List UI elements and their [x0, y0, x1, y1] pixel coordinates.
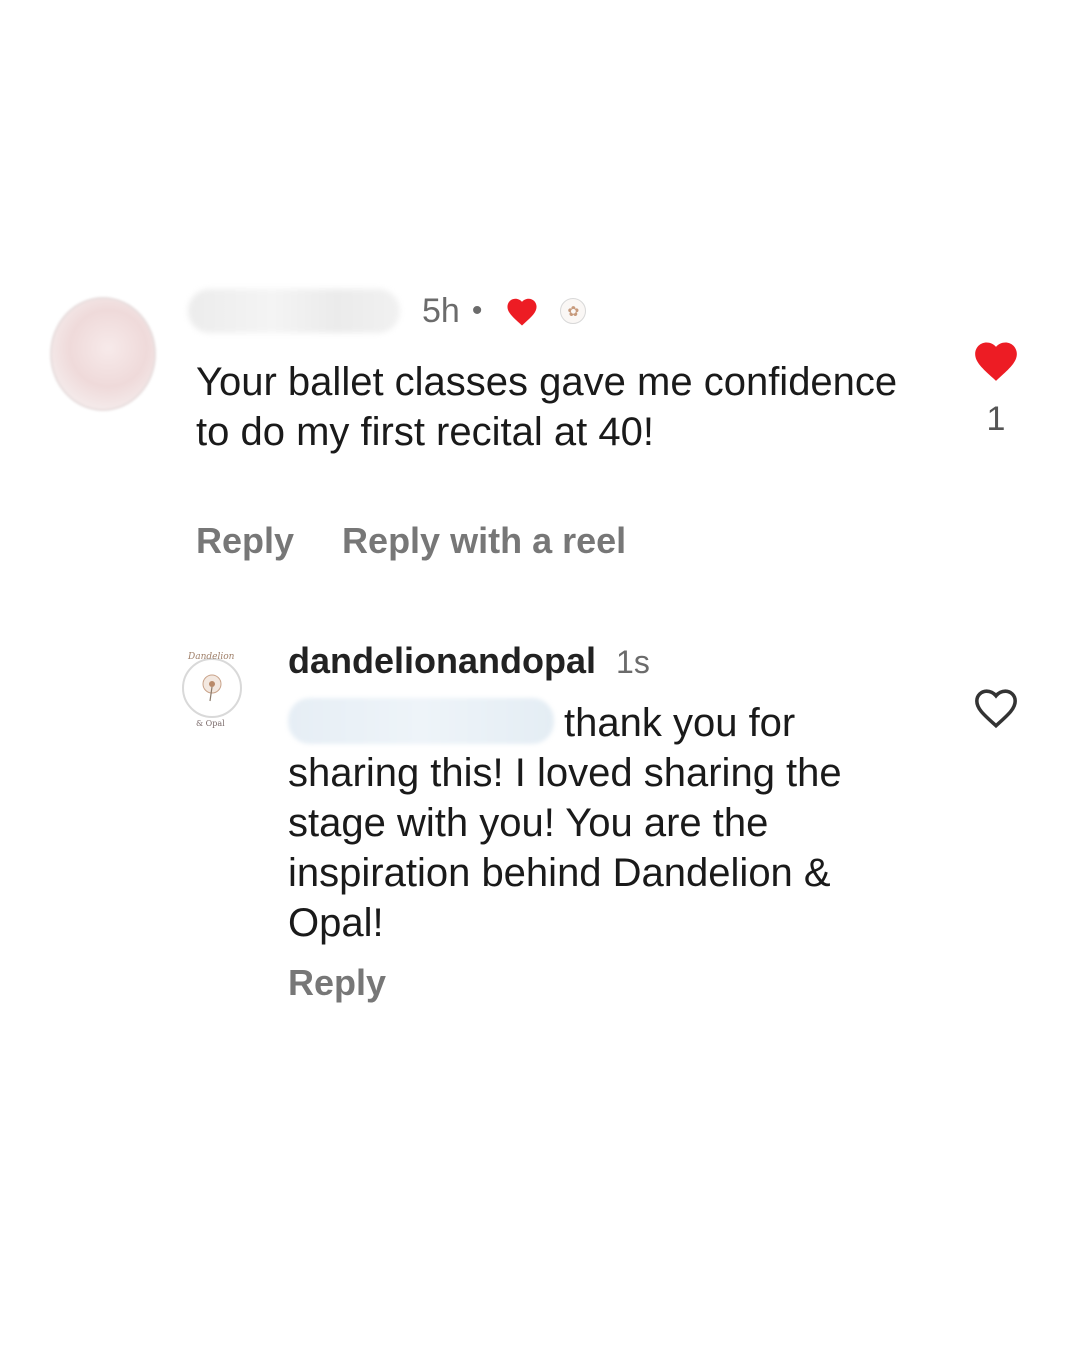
comment-timestamp: 5h: [422, 291, 460, 330]
reply-button[interactable]: Reply: [196, 520, 294, 562]
comment-like: 1: [970, 337, 1022, 439]
comment-meta: 5h • ✿: [188, 285, 587, 337]
like-count: 1: [986, 400, 1006, 438]
reply-meta: dandelionandopal 1s: [288, 640, 650, 682]
reply-username[interactable]: dandelionandopal: [288, 640, 596, 682]
mention-blurred[interactable]: [288, 698, 554, 744]
reply-text: thank you for sharing this! I loved shar…: [288, 698, 928, 948]
reply-button[interactable]: Reply: [288, 962, 386, 1004]
creator-liked-heart-icon: [504, 295, 540, 327]
creator-mini-avatar: ✿: [560, 298, 587, 324]
avatar-logo-bottom-text: & Opal: [196, 719, 225, 728]
reply-timestamp: 1s: [616, 644, 650, 680]
reply-like: [970, 684, 1022, 735]
comment-text: Your ballet classes gave me confidence t…: [196, 360, 898, 454]
separator-dot: •: [471, 294, 483, 327]
comment-actions: Reply Reply with a reel: [196, 520, 626, 562]
like-outline-heart-icon[interactable]: [971, 689, 1021, 734]
avatar-logo-top-text: Dandelion: [188, 652, 235, 662]
like-filled-heart-icon[interactable]: [971, 342, 1021, 387]
commenter-username-blurred[interactable]: [188, 289, 400, 333]
dandelionandopal-avatar[interactable]: Dandelion & Opal: [182, 652, 242, 728]
reply-with-reel-button[interactable]: Reply with a reel: [342, 520, 626, 562]
commenter-avatar[interactable]: [50, 297, 156, 411]
dandelion-logo-icon: [202, 674, 222, 702]
